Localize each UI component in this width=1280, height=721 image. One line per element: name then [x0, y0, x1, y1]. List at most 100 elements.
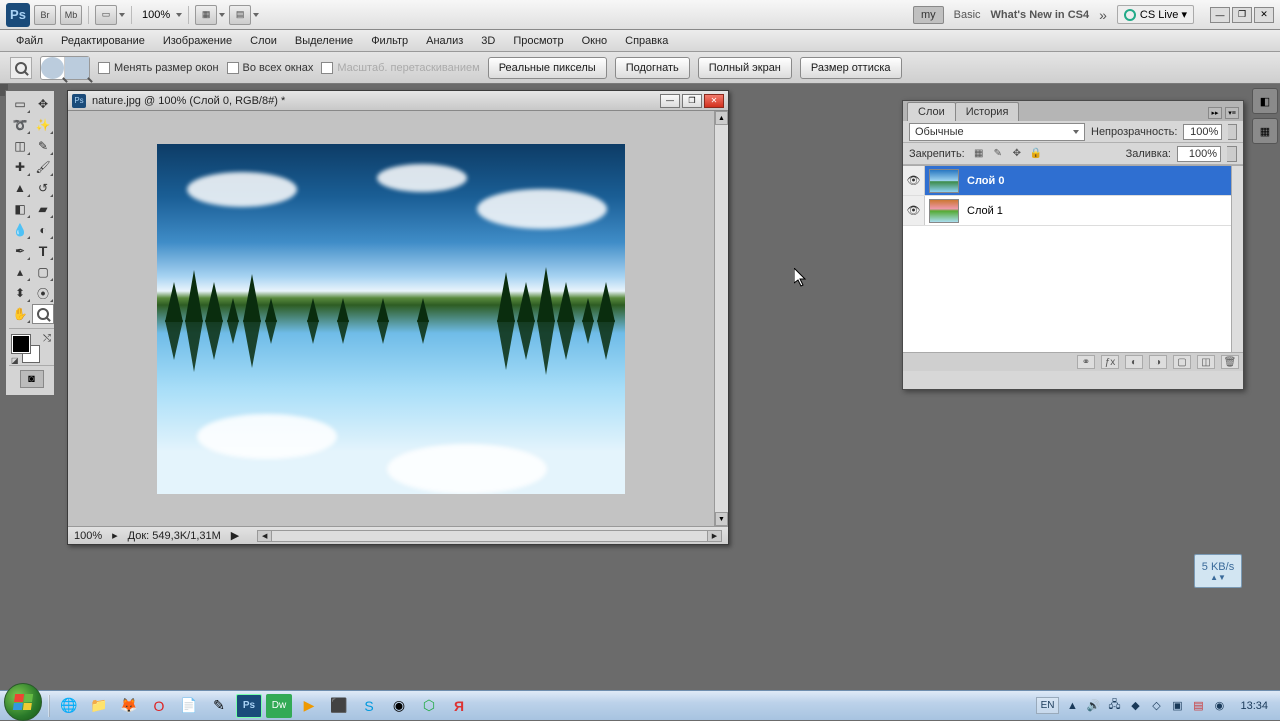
cs-live-button[interactable]: CS Live ▾: [1117, 5, 1194, 24]
zoom-out-icon[interactable]: [65, 57, 89, 79]
scroll-up-icon[interactable]: ▲: [715, 111, 728, 125]
lock-position-icon[interactable]: ✥: [1009, 147, 1025, 161]
taskbar-chrome-icon[interactable]: ◉: [386, 694, 412, 718]
taskbar-editor-icon[interactable]: ✎: [206, 694, 232, 718]
stamp-tool[interactable]: ▲: [9, 178, 31, 198]
taskbar-yandex-icon[interactable]: Я: [446, 694, 472, 718]
scroll-left-icon[interactable]: ◀: [258, 531, 272, 541]
taskbar-app1-icon[interactable]: ⬛: [326, 694, 352, 718]
full-screen-button[interactable]: Полный экран: [698, 57, 792, 79]
scrubby-zoom-checkbox[interactable]: Масштаб. перетаскиванием: [321, 62, 479, 74]
taskbar-firefox-icon[interactable]: 🦊: [116, 694, 142, 718]
brush-tool[interactable]: 🖌: [32, 157, 54, 177]
lock-transparency-icon[interactable]: ▦: [971, 147, 987, 161]
screen-mode-dropdown[interactable]: ▭: [95, 5, 125, 25]
panel-menu-icon[interactable]: ▾≡: [1225, 107, 1239, 119]
bridge-button[interactable]: Br: [34, 5, 56, 25]
minimize-button[interactable]: —: [1210, 7, 1230, 23]
tray-network-icon[interactable]: 🖧: [1106, 698, 1122, 714]
menu-view[interactable]: Просмотр: [505, 32, 571, 50]
current-tool-icon[interactable]: [10, 57, 32, 79]
lock-all-icon[interactable]: 🔒: [1028, 147, 1044, 161]
panel-collapse-icon[interactable]: ▸▸: [1208, 107, 1222, 119]
taskbar-media-icon[interactable]: ▶: [296, 694, 322, 718]
menu-window[interactable]: Окно: [574, 32, 616, 50]
scroll-right-icon[interactable]: ▶: [707, 531, 721, 541]
delete-layer-icon[interactable]: 🗑: [1221, 355, 1239, 369]
layer-style-icon[interactable]: ƒx: [1101, 355, 1119, 369]
tray-volume-icon[interactable]: 🔊: [1085, 698, 1101, 714]
blur-tool[interactable]: 💧: [9, 220, 31, 240]
new-group-icon[interactable]: ▢: [1173, 355, 1191, 369]
eraser-tool[interactable]: ◧: [9, 199, 31, 219]
eyedropper-tool[interactable]: ✎: [32, 136, 54, 156]
tray-app1-icon[interactable]: ◆: [1127, 698, 1143, 714]
tray-app5-icon[interactable]: ◉: [1211, 698, 1227, 714]
default-colors-icon[interactable]: ◪: [11, 356, 19, 365]
tray-up-icon[interactable]: ▲: [1064, 698, 1080, 714]
dock-color-icon[interactable]: ◧: [1252, 88, 1278, 114]
arrange-dropdown[interactable]: ▦: [195, 5, 225, 25]
pen-tool[interactable]: ✒: [9, 241, 31, 261]
gradient-tool[interactable]: ▰: [32, 199, 54, 219]
doc-minimize-button[interactable]: —: [660, 94, 680, 108]
layer-list-scrollbar[interactable]: [1231, 166, 1243, 352]
tray-app2-icon[interactable]: ◇: [1148, 698, 1164, 714]
dodge-tool[interactable]: ◐: [32, 220, 54, 240]
dock-swatches-icon[interactable]: ▦: [1252, 118, 1278, 144]
zoom-tool[interactable]: [32, 304, 54, 324]
menu-analysis[interactable]: Анализ: [418, 32, 471, 50]
new-layer-icon[interactable]: ◫: [1197, 355, 1215, 369]
doc-maximize-button[interactable]: ❐: [682, 94, 702, 108]
scroll-down-icon[interactable]: ▼: [715, 512, 728, 526]
3d-camera-tool[interactable]: ⦿: [32, 283, 54, 303]
tab-history[interactable]: История: [955, 102, 1020, 121]
resize-windows-checkbox[interactable]: Менять размер окон: [98, 62, 219, 74]
layer-thumbnail[interactable]: [929, 199, 959, 223]
basic-workspace-button[interactable]: Basic: [954, 9, 981, 21]
minibridge-button[interactable]: Mb: [60, 5, 82, 25]
close-button[interactable]: ✕: [1254, 7, 1274, 23]
start-button[interactable]: [4, 683, 42, 721]
print-size-button[interactable]: Размер оттиска: [800, 57, 902, 79]
opacity-spinner[interactable]: [1228, 124, 1237, 140]
network-speed-widget[interactable]: 5 KB/s▲▼: [1194, 554, 1242, 588]
type-tool[interactable]: T: [32, 241, 54, 261]
adjustment-layer-icon[interactable]: ◑: [1149, 355, 1167, 369]
tab-layers[interactable]: Слои: [907, 102, 956, 121]
status-info-icon[interactable]: ▸: [112, 529, 118, 542]
taskbar-app2-icon[interactable]: ⬡: [416, 694, 442, 718]
layer-name[interactable]: Слой 1: [963, 205, 1003, 217]
menu-edit[interactable]: Редактирование: [53, 32, 153, 50]
vertical-scrollbar[interactable]: ▲ ▼: [714, 111, 728, 526]
crop-tool[interactable]: ◫: [9, 136, 31, 156]
language-indicator[interactable]: EN: [1036, 697, 1060, 714]
fit-screen-button[interactable]: Подогнать: [615, 57, 690, 79]
all-windows-checkbox[interactable]: Во всех окнах: [227, 62, 314, 74]
menu-layer[interactable]: Слои: [242, 32, 285, 50]
layer-name[interactable]: Слой 0: [963, 175, 1004, 187]
taskbar-ie-icon[interactable]: 🌐: [56, 694, 82, 718]
heal-tool[interactable]: ✚: [9, 157, 31, 177]
fill-spinner[interactable]: [1227, 146, 1237, 162]
zoom-in-icon[interactable]: [41, 57, 65, 79]
history-brush-tool[interactable]: ↺: [32, 178, 54, 198]
marquee-tool[interactable]: ▭: [9, 94, 31, 114]
lasso-tool[interactable]: ➰: [9, 115, 31, 135]
menu-3d[interactable]: 3D: [473, 32, 503, 50]
fill-input[interactable]: 100%: [1177, 146, 1221, 162]
menu-select[interactable]: Выделение: [287, 32, 361, 50]
color-swatches[interactable]: ⤭ ◪: [9, 328, 54, 362]
layer-mask-icon[interactable]: ◐: [1125, 355, 1143, 369]
visibility-toggle-icon[interactable]: 👁: [903, 196, 925, 225]
whats-new-button[interactable]: What's New in CS4: [991, 9, 1090, 21]
layer-thumbnail[interactable]: [929, 169, 959, 193]
shape-tool[interactable]: ▢: [32, 262, 54, 282]
hand-tool[interactable]: ✋: [9, 304, 31, 324]
menu-file[interactable]: Файл: [8, 32, 51, 50]
actual-pixels-button[interactable]: Реальные пикселы: [488, 57, 607, 79]
taskbar-clock[interactable]: 13:34: [1232, 700, 1276, 712]
tray-app3-icon[interactable]: ▣: [1169, 698, 1185, 714]
quick-mask-toggle[interactable]: ◙: [9, 365, 54, 392]
lock-pixels-icon[interactable]: ✎: [990, 147, 1006, 161]
